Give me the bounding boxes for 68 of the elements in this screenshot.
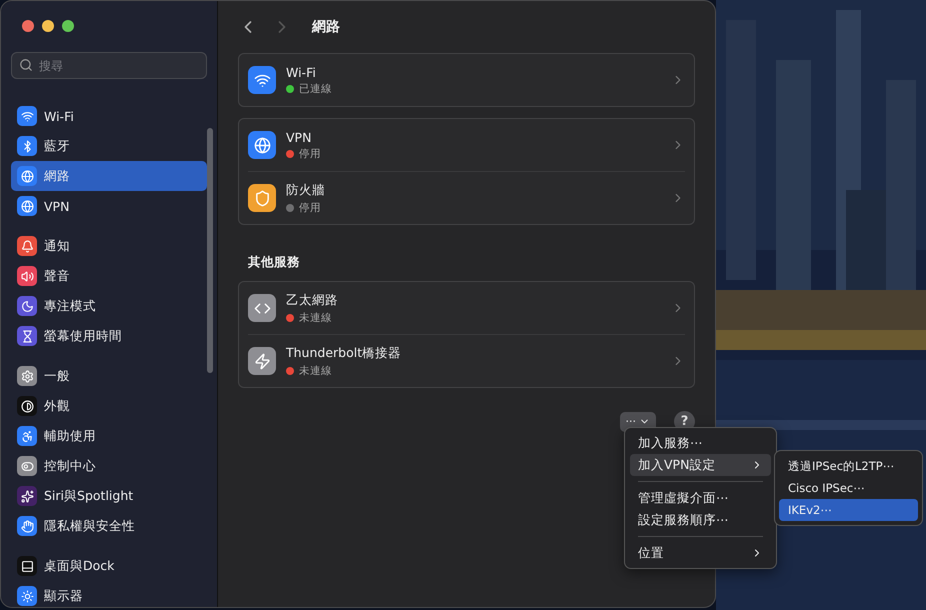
section-heading: 其他服務 xyxy=(248,254,301,271)
shield-icon xyxy=(248,184,276,212)
service-status: 已連線 xyxy=(299,82,332,96)
sidebar-item[interactable]: 螢幕使用時間 xyxy=(11,321,207,351)
gear-icon xyxy=(17,366,37,386)
service-row[interactable]: Wi-Fi 已連線 xyxy=(248,54,685,106)
wifi-icon xyxy=(248,66,276,94)
globe-icon xyxy=(248,131,276,159)
bluetooth-icon xyxy=(17,136,37,156)
sidebar-item[interactable]: 聲音 xyxy=(11,261,207,291)
service-name: 乙太網路 xyxy=(286,292,339,308)
sidebar-item[interactable]: 控制中心 xyxy=(11,451,207,481)
service-name: VPN xyxy=(286,130,312,144)
menu-item[interactable]: 管理虛擬介面⋯ xyxy=(630,487,771,509)
close-button[interactable] xyxy=(22,20,34,32)
sidebar-item[interactable]: 桌面與Dock xyxy=(11,551,207,581)
ethernet-icon xyxy=(248,294,276,322)
service-status: 未連線 xyxy=(299,364,332,378)
sidebar-item[interactable]: 網路 xyxy=(11,161,207,191)
menu-item[interactable]: 加入服務⋯ xyxy=(630,432,771,454)
search-field[interactable]: 搜尋 xyxy=(11,52,207,79)
hourglass-icon xyxy=(17,326,37,346)
dock-icon xyxy=(17,556,37,576)
submenu-item[interactable]: 位置 xyxy=(630,542,771,564)
zoom-button[interactable] xyxy=(62,20,74,32)
globe-icon xyxy=(17,196,37,216)
service-name: Wi-Fi xyxy=(286,64,317,80)
submenu-item[interactable]: 加入VPN設定 xyxy=(630,454,771,476)
service-status: 停用 xyxy=(299,146,321,160)
sidebar-item[interactable]: 通知 xyxy=(11,231,207,261)
sidebar-item[interactable]: 專注模式 xyxy=(11,291,207,321)
sun-icon xyxy=(17,586,37,606)
speaker-icon xyxy=(17,266,37,286)
sparkle-icon xyxy=(17,486,37,506)
sidebar-item[interactable]: 顯示器 xyxy=(11,581,207,607)
menu-item[interactable]: IKEv2⋯ xyxy=(779,499,918,521)
service-name: 防火牆 xyxy=(286,182,326,198)
moon-icon xyxy=(17,296,37,316)
service-row[interactable]: 乙太網路 未連線 xyxy=(248,282,685,334)
wifi-icon xyxy=(17,106,37,126)
service-row[interactable]: 防火牆 停用 xyxy=(248,171,685,224)
menu-item[interactable]: Cisco IPSec⋯ xyxy=(779,477,918,499)
sidebar-item[interactable]: 隱私權與安全性 xyxy=(11,511,207,541)
sidebar-item[interactable]: 外觀 xyxy=(11,391,207,421)
contrast-icon xyxy=(17,396,37,416)
service-name: Thunderbolt橋接器 xyxy=(286,344,402,362)
scrollbar[interactable] xyxy=(207,128,213,373)
sidebar-item[interactable]: Wi-Fi xyxy=(11,101,207,131)
globe-icon xyxy=(17,166,37,186)
minimize-button[interactable] xyxy=(42,20,54,32)
accessibility-icon xyxy=(17,426,37,446)
hand-icon xyxy=(17,516,37,536)
bell-icon xyxy=(17,236,37,256)
menu-item[interactable]: 設定服務順序⋯ xyxy=(630,509,771,531)
sidebar-item[interactable]: VPN xyxy=(11,191,207,221)
search-icon xyxy=(19,58,33,72)
menu-item[interactable]: 透過IPSec的L2TP⋯ xyxy=(779,455,918,477)
service-row[interactable]: VPN 停用 xyxy=(248,119,685,171)
page-title: 網路 xyxy=(312,18,340,36)
sidebar-item[interactable]: Siri與Spotlight xyxy=(11,481,207,511)
sidebar-item[interactable]: 輔助使用 xyxy=(11,421,207,451)
sidebar-item[interactable]: 藍牙 xyxy=(11,131,207,161)
lightning-icon xyxy=(248,347,276,375)
service-row[interactable]: Thunderbolt橋接器 未連線 xyxy=(248,334,685,387)
sidebar-item[interactable]: 一般 xyxy=(11,361,207,391)
service-status: 未連線 xyxy=(299,310,332,324)
toggle-icon xyxy=(17,456,37,476)
service-status: 停用 xyxy=(299,200,321,214)
